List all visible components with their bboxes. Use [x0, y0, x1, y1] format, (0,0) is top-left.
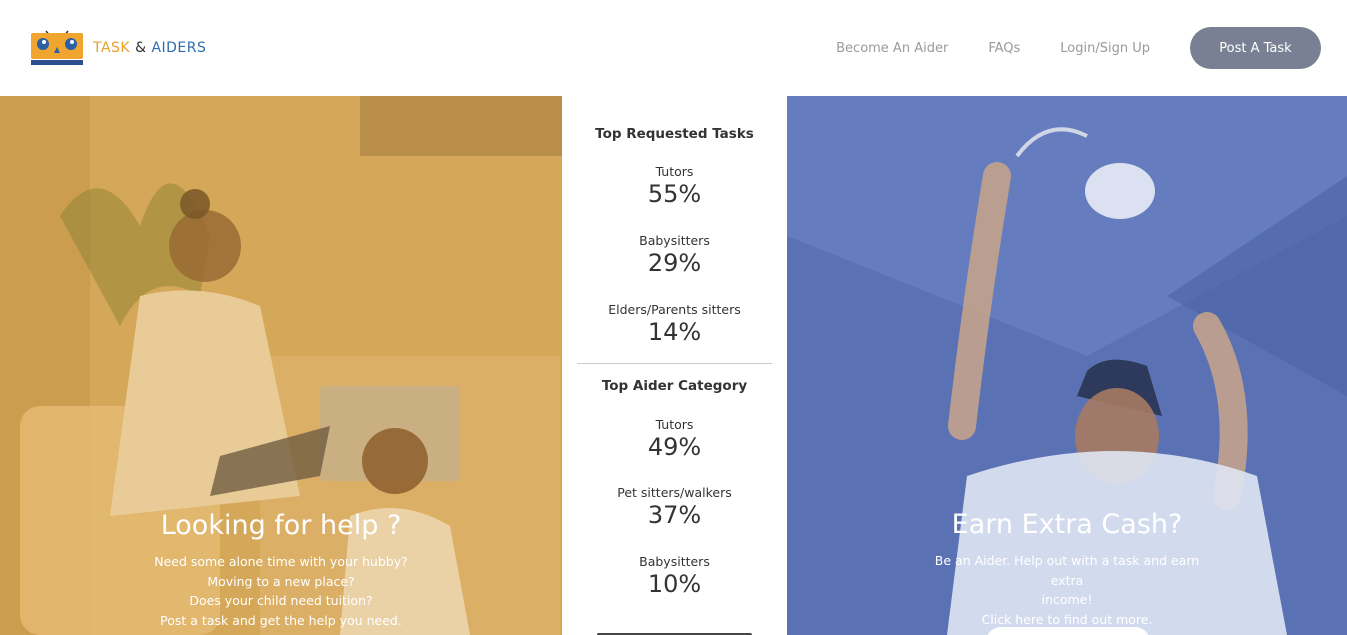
- stat-item: Tutors 55%: [562, 164, 787, 208]
- stat-item: Pet sitters/walkers 37%: [562, 485, 787, 529]
- brand-part2: AIDERS: [151, 40, 207, 56]
- become-aider-panel[interactable]: Earn Extra Cash? Be an Aider. Help out w…: [787, 96, 1347, 635]
- stat-label: Tutors: [655, 164, 694, 179]
- nav-login-link[interactable]: Login/Sign Up: [1060, 41, 1150, 56]
- stat-value: 55%: [647, 180, 702, 208]
- stats-panel: Top Requested Tasks Tutors 55% Babysitte…: [562, 96, 787, 635]
- stat-item: Tutors 49%: [562, 417, 787, 461]
- top-aider-heading: Top Aider Category: [601, 378, 748, 394]
- stat-label: Elders/Parents sitters: [608, 302, 741, 317]
- find-help-line: Moving to a new place?: [207, 573, 355, 589]
- brand-part1: TASK: [93, 40, 131, 56]
- find-help-description: Need some alone time with your hubby? Mo…: [0, 552, 562, 630]
- brand-amp: &: [135, 40, 147, 56]
- nav-become-aider-link[interactable]: Become An Aider: [836, 41, 948, 56]
- site-header: TASK & AIDERS Become An Aider FAQs Login…: [0, 0, 1347, 96]
- main-nav: Become An Aider FAQs Login/Sign Up Post …: [836, 0, 1321, 96]
- stat-label: Pet sitters/walkers: [617, 485, 732, 500]
- find-help-line: Does your child need tuition?: [189, 593, 373, 608]
- post-task-button[interactable]: Post A Task: [1190, 27, 1321, 69]
- stat-label: Babysitters: [639, 554, 710, 569]
- robot-logo-icon: [30, 29, 84, 67]
- brand-name: TASK & AIDERS: [93, 40, 206, 56]
- stat-value: 37%: [647, 501, 702, 529]
- find-help-panel[interactable]: Looking for help ? Need some alone time …: [0, 96, 562, 635]
- stat-label: Babysitters: [639, 233, 710, 248]
- stat-item: Elders/Parents sitters 14%: [562, 302, 787, 346]
- nav-faqs-link[interactable]: FAQs: [988, 41, 1020, 56]
- stat-value: 29%: [647, 249, 702, 277]
- stat-item: Babysitters 29%: [562, 233, 787, 277]
- stat-value: 49%: [647, 433, 702, 461]
- find-help-line: Post a task and get the help you need.: [160, 612, 402, 628]
- stat-item: Babysitters 10%: [562, 554, 787, 598]
- find-out-more-button[interactable]: [986, 627, 1150, 635]
- stat-value: 10%: [647, 570, 702, 598]
- earn-cash-line: Be an Aider. Help out with a task and ea…: [934, 553, 1200, 588]
- top-requested-heading: Top Requested Tasks: [595, 126, 754, 142]
- earn-cash-title: Earn Extra Cash?: [951, 509, 1183, 540]
- earn-cash-description: Be an Aider. Help out with a task and ea…: [917, 551, 1217, 629]
- find-help-title: Looking for help ?: [160, 510, 402, 541]
- stat-value: 14%: [647, 318, 702, 346]
- find-help-line: Need some alone time with your hubby?: [154, 554, 408, 569]
- brand-logo[interactable]: TASK & AIDERS: [30, 29, 206, 67]
- stats-divider: [577, 363, 772, 364]
- stat-label: Tutors: [655, 417, 694, 432]
- earn-cash-line: income!: [1041, 592, 1093, 607]
